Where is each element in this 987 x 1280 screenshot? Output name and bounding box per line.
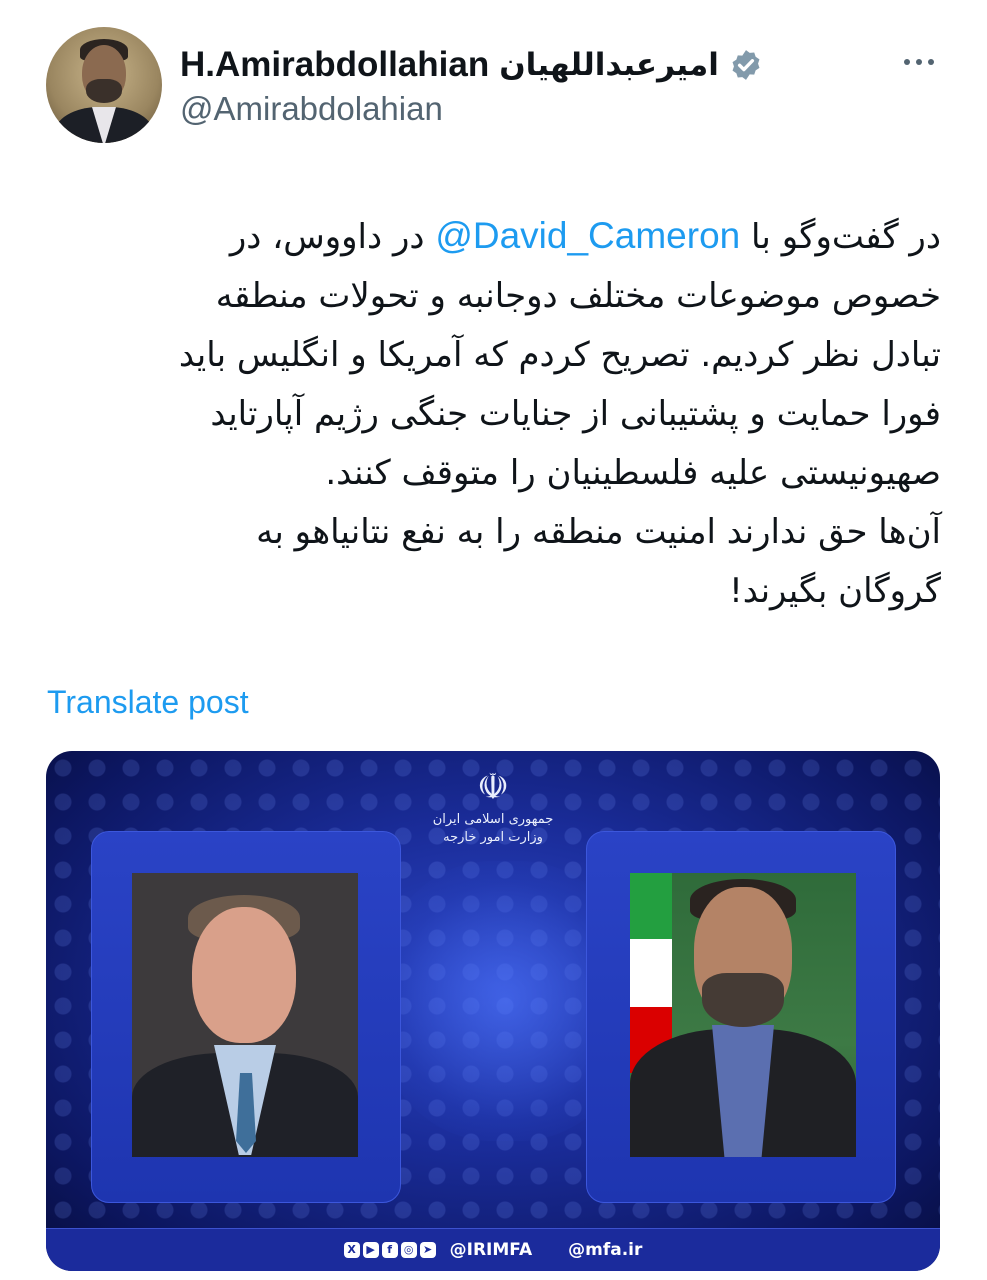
- instagram-icon: ◎: [400, 1242, 417, 1258]
- cameron-portrait: [132, 873, 358, 1157]
- post-image[interactable]: ☫ جمهوری اسلامی ایران وزارت امور خارجه X…: [46, 751, 940, 1271]
- more-dots-icon[interactable]: [899, 52, 939, 72]
- post-line1-before: در گفت‌وگو با: [740, 217, 941, 257]
- post-line: فورا حمایت و پشتیبانی از جنایات جنگی رژی…: [210, 394, 941, 434]
- post-line: در گفت‌وگو با @David_Cameron در داووس، د…: [41, 206, 941, 267]
- social-icons: X ▶ f ◎ ➤: [343, 1242, 436, 1258]
- emblem-line: جمهوری اسلامی ایران: [432, 812, 554, 827]
- translate-post-link[interactable]: Translate post: [47, 684, 249, 721]
- youtube-icon: ▶: [362, 1242, 379, 1258]
- facebook-icon: f: [381, 1242, 398, 1258]
- post-line: آن‌ها حق ندارند امنیت منطقه را به نفع نت…: [256, 512, 941, 552]
- post-line: تبادل نظر کردیم. تصریح کردم که آمریکا و …: [178, 335, 941, 375]
- post-line: صهیونیستی علیه فلسطینیان را متوقف کنند.: [325, 453, 941, 493]
- post-line: خصوص موضوعات مختلف دوجانبه و تحولات منطق…: [215, 276, 941, 316]
- mention-link[interactable]: @David_Cameron: [435, 215, 740, 256]
- footer-site: @mfa.ir: [568, 1240, 643, 1260]
- verified-badge-icon: [732, 50, 760, 80]
- avatar-beard: [86, 79, 122, 103]
- telegram-icon: ➤: [419, 1242, 436, 1258]
- author-name-row[interactable]: H.Amirabdollahian امیرعبداللهیان: [180, 40, 763, 90]
- author-handle[interactable]: @Amirabdolahian: [180, 90, 443, 128]
- emblem-line: وزارت امور خارجه: [443, 830, 543, 845]
- post-line: گروگان بگیرند!: [729, 571, 941, 611]
- ministry-emblem-text: جمهوری اسلامی ایران وزارت امور خارجه: [432, 811, 554, 847]
- author-name-latin[interactable]: H.Amirabdollahian: [180, 45, 489, 85]
- footer-handle: @IRIMFA: [449, 1240, 533, 1260]
- post-text: در گفت‌وگو با @David_Cameron در داووس، د…: [41, 206, 941, 621]
- amirabdollahian-portrait: [630, 873, 856, 1157]
- author-avatar[interactable]: [46, 27, 162, 143]
- post-line1-after: در داووس، در: [229, 217, 436, 257]
- author-name-fa[interactable]: امیرعبداللهیان: [499, 47, 719, 83]
- iran-emblem-icon: ☫: [476, 767, 510, 808]
- image-footer-bar: X ▶ f ◎ ➤ @IRIMFA @mfa.ir: [46, 1228, 940, 1271]
- x-logo-icon: X: [343, 1242, 360, 1258]
